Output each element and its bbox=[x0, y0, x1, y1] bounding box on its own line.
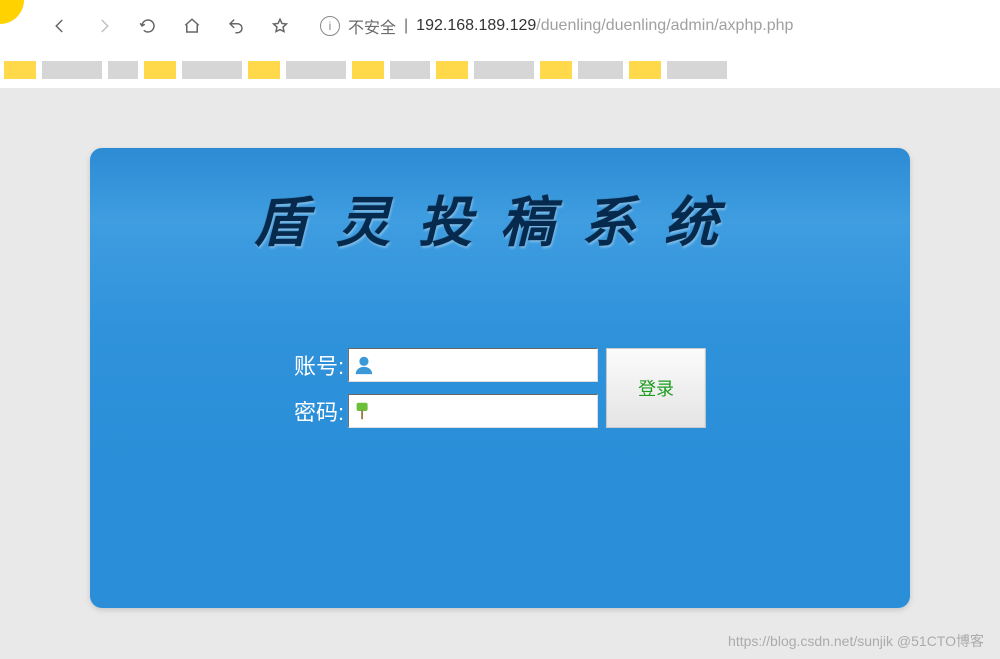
security-label: 不安全 bbox=[348, 14, 396, 38]
username-input[interactable] bbox=[379, 356, 593, 374]
favorite-button[interactable] bbox=[260, 6, 300, 46]
username-row: 账号: bbox=[294, 348, 598, 382]
forward-button[interactable] bbox=[84, 6, 124, 46]
star-icon bbox=[271, 17, 289, 35]
undo-button[interactable] bbox=[216, 6, 256, 46]
user-icon bbox=[353, 354, 375, 376]
login-card: 盾灵投稿系统 账号: 密码: bbox=[90, 148, 910, 608]
address-bar[interactable]: i 不安全 | 192.168.189.129/duenling/duenlin… bbox=[320, 14, 793, 38]
bookmarks-bar bbox=[0, 52, 1000, 88]
browser-toolbar: i 不安全 | 192.168.189.129/duenling/duenlin… bbox=[0, 0, 1000, 52]
login-form: 账号: 密码: bbox=[294, 348, 706, 428]
form-fields: 账号: 密码: bbox=[294, 348, 598, 428]
divider: | bbox=[404, 17, 408, 35]
home-icon bbox=[183, 17, 201, 35]
page-title: 盾灵投稿系统 bbox=[90, 148, 910, 257]
browser-logo-corner bbox=[0, 0, 24, 24]
arrow-right-icon bbox=[95, 17, 113, 35]
key-icon bbox=[353, 400, 375, 422]
url-path: /duenling/duenling/admin/axphp.php bbox=[536, 17, 793, 34]
username-label: 账号: bbox=[294, 349, 344, 381]
reload-button[interactable] bbox=[128, 6, 168, 46]
undo-icon bbox=[227, 17, 245, 35]
watermark-text: https://blog.csdn.net/sunjik @51CTO博客 bbox=[728, 631, 984, 651]
password-input[interactable] bbox=[379, 402, 593, 420]
info-icon: i bbox=[320, 16, 340, 36]
url-text: 192.168.189.129/duenling/duenling/admin/… bbox=[416, 17, 793, 35]
password-label: 密码: bbox=[294, 395, 344, 427]
home-button[interactable] bbox=[172, 6, 212, 46]
url-ip: 192.168.189.129 bbox=[416, 17, 536, 34]
password-row: 密码: bbox=[294, 394, 598, 428]
username-input-wrap[interactable] bbox=[348, 348, 598, 382]
password-input-wrap[interactable] bbox=[348, 394, 598, 428]
back-button[interactable] bbox=[40, 6, 80, 46]
reload-icon bbox=[139, 17, 157, 35]
login-button[interactable]: 登录 bbox=[606, 348, 706, 428]
page-content: 盾灵投稿系统 账号: 密码: bbox=[0, 88, 1000, 659]
arrow-left-icon bbox=[51, 17, 69, 35]
